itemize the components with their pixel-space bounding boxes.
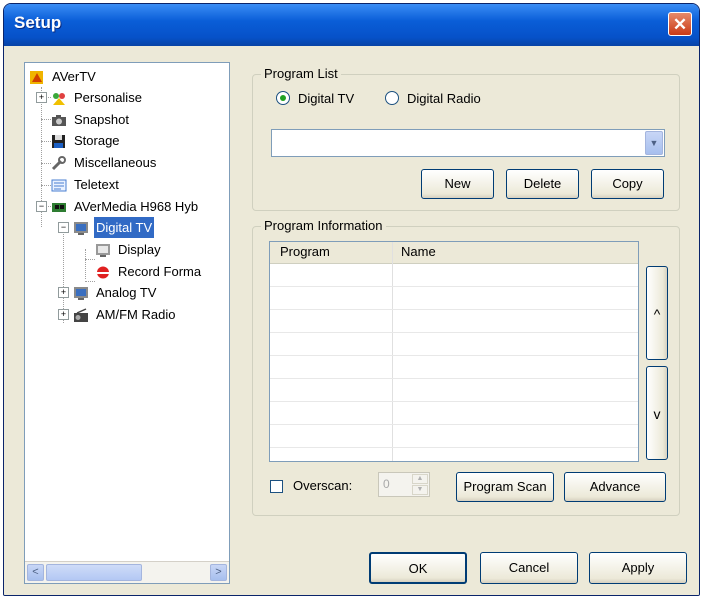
tv-icon [73,221,89,236]
radio-label: Digital TV [298,91,355,106]
tree-item-label: Personalise [74,90,142,105]
tree-item-display[interactable]: Display [95,239,163,260]
tree-item-label: AM/FM Radio [96,307,176,322]
table-row [270,401,638,402]
tree-horizontal-scrollbar[interactable]: < > [25,561,229,583]
floppy-disk-icon [51,134,67,149]
move-down-button[interactable]: v [646,366,668,460]
column-header-name[interactable]: Name [401,244,436,259]
spin-up-icon[interactable]: ▲ [412,474,428,484]
avertv-icon [29,70,45,85]
program-scan-button[interactable]: Program Scan [456,472,554,502]
tree-connector [41,185,51,186]
program-information-label: Program Information [261,218,386,233]
program-list-label: Program List [261,66,341,81]
table-row [270,355,638,356]
table-header: Program Name [270,242,638,264]
collapse-digital-tv-toggle[interactable]: − [58,222,69,233]
camera-icon [51,113,67,128]
tv-icon [73,286,89,301]
personalise-icon [51,91,67,106]
close-button[interactable]: ✕ [668,12,692,36]
dialog-client: + − − + + AVerTV Personalise Snapshot St… [4,46,699,595]
digital-tv-radio[interactable]: Digital TV [276,91,354,106]
tree-item-storage[interactable]: Storage [51,130,122,151]
tree-connector [85,259,95,260]
setup-window: Setup ✕ + − − + + AVerTV Personalise Sna… [3,3,700,596]
radio-label: Digital Radio [407,91,481,106]
tree-connector [41,163,51,164]
expand-personalise-toggle[interactable]: + [36,92,47,103]
tree-item-snapshot[interactable]: Snapshot [51,109,131,130]
tree-connector [41,141,51,142]
overscan-value: 0 [383,477,390,491]
display-icon [95,243,111,258]
table-row [270,424,638,425]
tuner-card-icon [51,200,67,215]
tree-item-record-format[interactable]: Record Forma [95,261,203,282]
radio-icon [73,308,89,323]
copy-button[interactable]: Copy [591,169,664,199]
digital-radio-radio[interactable]: Digital Radio [385,91,481,106]
apply-button[interactable]: Apply [589,552,687,584]
tree-item-label: AVerMedia H968 Hyb [74,199,199,214]
ok-button[interactable]: OK [369,552,467,584]
tree-item-avertv[interactable]: AVerTV [29,66,98,87]
tree-item-label: Analog TV [96,285,157,300]
table-row [270,309,638,310]
settings-tree[interactable]: + − − + + AVerTV Personalise Snapshot St… [24,62,230,584]
tree-item-label: Storage [74,133,120,148]
tree-connector [41,119,51,120]
table-row [270,286,638,287]
tree-connector [85,249,86,279]
spin-down-icon[interactable]: ▼ [412,485,428,495]
tree-item-miscellaneous[interactable]: Miscellaneous [51,152,158,173]
delete-button[interactable]: Delete [506,169,579,199]
tree-item-label: Miscellaneous [74,155,157,170]
scroll-right-button[interactable]: > [210,564,227,581]
tree-item-label: Digital TV [94,217,155,238]
title-bar[interactable]: Setup ✕ [4,4,699,46]
overscan-checkbox[interactable] [270,480,283,493]
tree-item-am-fm-radio[interactable]: AM/FM Radio [73,304,177,325]
table-row [270,332,638,333]
wrench-icon [51,156,67,171]
expand-am-fm-radio-toggle[interactable]: + [58,309,69,320]
tree-item-analog-tv[interactable]: Analog TV [73,282,158,303]
move-up-button[interactable]: ^ [646,266,668,360]
overscan-spinner[interactable]: 0 ▲ ▼ [378,472,430,497]
column-divider [392,242,393,461]
table-row [270,378,638,379]
advance-button[interactable]: Advance [564,472,666,502]
teletext-icon [51,178,67,193]
program-list-combobox[interactable]: ▼ [271,129,665,157]
tree-item-personalise[interactable]: Personalise [51,87,144,108]
new-button[interactable]: New [421,169,494,199]
tree-item-teletext[interactable]: Teletext [51,174,121,195]
chevron-down-icon[interactable]: ▼ [645,131,663,155]
scroll-left-button[interactable]: < [27,564,44,581]
tree-item-digital-tv[interactable]: Digital TV [73,217,155,238]
collapse-avermedia-toggle[interactable]: − [36,201,47,212]
column-header-program[interactable]: Program [280,244,330,259]
tree-item-label: AVerTV [52,69,96,84]
tree-item-label: Snapshot [74,112,129,127]
tree-item-label: Display [118,242,161,257]
tree-item-label: Teletext [74,177,119,192]
scroll-thumb[interactable] [46,564,142,581]
cancel-button[interactable]: Cancel [480,552,578,584]
tree-item-label: Record Forma [118,264,202,279]
program-list-table[interactable]: Program Name [269,241,639,462]
expand-analog-tv-toggle[interactable]: + [58,287,69,298]
radio-indicator [385,91,399,105]
tree-item-avermedia-h968[interactable]: AVerMedia H968 Hyb [51,196,200,217]
window-title: Setup [14,13,62,32]
overscan-label: Overscan: [293,478,353,493]
table-row [270,447,638,448]
record-icon [95,265,111,280]
radio-indicator [276,91,290,105]
